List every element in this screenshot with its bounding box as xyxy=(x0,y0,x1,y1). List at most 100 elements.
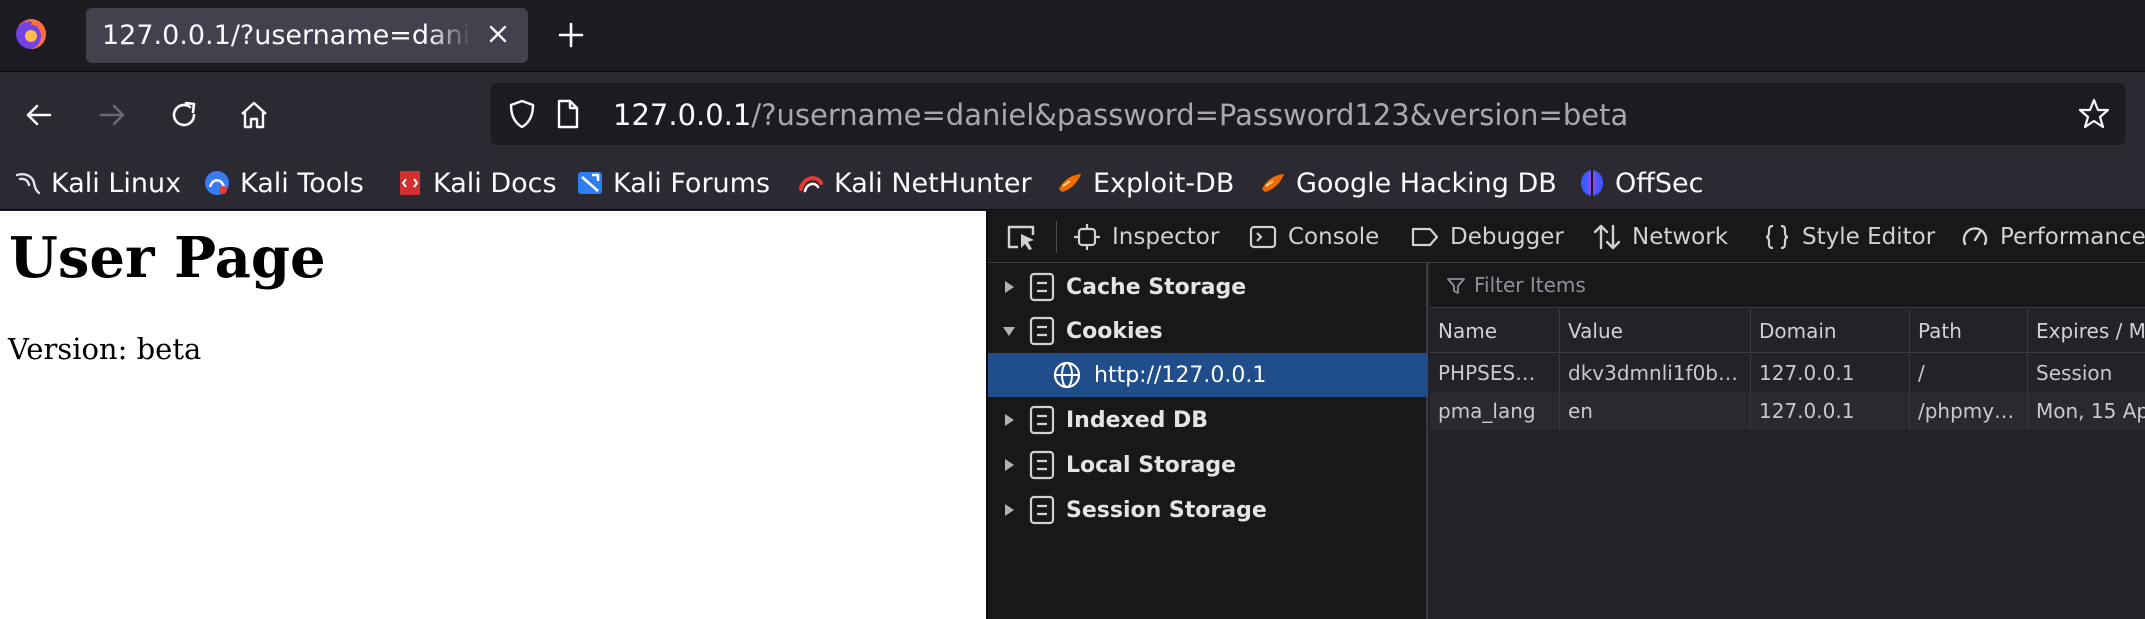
bookmark-star-icon[interactable] xyxy=(2077,97,2111,131)
bookmark-kali-forums[interactable]: Kali Forums xyxy=(576,163,770,203)
forward-arrow-icon[interactable] xyxy=(95,98,129,132)
new-tab-plus-icon[interactable] xyxy=(556,20,586,50)
table-row[interactable]: PHPSES… dkv3dmnli1f0b… 127.0.0.1 / Sessi… xyxy=(1430,354,2145,392)
offsec-icon xyxy=(1581,170,1603,196)
active-tab[interactable]: 127.0.0.1/?username=daniel&password=Pass… xyxy=(86,8,528,63)
globe-icon xyxy=(1053,361,1081,389)
expand-arrow-icon[interactable] xyxy=(1002,458,1016,472)
filter-bar xyxy=(1430,263,2145,308)
bookmark-label: Kali Docs xyxy=(433,167,557,199)
tab-label: Network xyxy=(1632,224,1729,250)
url-host: 127.0.0.1 xyxy=(613,98,752,132)
bookmark-kali-nethunter[interactable]: Kali NetHunter xyxy=(797,163,1032,203)
network-arrows-icon xyxy=(1593,224,1621,250)
column-header-expires[interactable]: Expires / Ma xyxy=(2028,309,2145,352)
tree-item-label: Indexed DB xyxy=(1066,407,1209,433)
version-text: Version: beta xyxy=(8,332,202,366)
navigation-toolbar: 127.0.0.1/?username=daniel&password=Pass… xyxy=(0,71,2145,157)
tab-label: Console xyxy=(1288,224,1380,250)
column-header-value[interactable]: Value xyxy=(1560,309,1751,352)
tree-item-cache-storage[interactable]: Cache Storage xyxy=(988,265,1428,309)
bookmark-kali-linux[interactable]: Kali Linux xyxy=(14,163,181,203)
table-row[interactable]: pma_lang en 127.0.0.1 /phpmy… Mon, 15 Ap… xyxy=(1430,392,2145,430)
bookmarks-toolbar: Kali Linux Kali Tools Kali Docs Kali For… xyxy=(0,157,2145,210)
braces-icon xyxy=(1765,224,1789,250)
firefox-logo-icon[interactable] xyxy=(14,17,48,51)
tree-item-local-storage[interactable]: Local Storage xyxy=(988,443,1428,487)
cell-name: PHPSES… xyxy=(1430,354,1560,392)
home-icon[interactable] xyxy=(237,98,271,132)
bookmark-kali-docs[interactable]: Kali Docs xyxy=(396,163,557,203)
kali-forums-icon xyxy=(578,172,602,194)
back-arrow-icon[interactable] xyxy=(22,98,56,132)
tab-style-editor[interactable]: Style Editor xyxy=(1762,211,1935,263)
tab-debugger[interactable]: Debugger xyxy=(1410,211,1564,263)
column-header-name[interactable]: Name xyxy=(1430,309,1560,352)
tracking-protection-shield-icon[interactable] xyxy=(507,98,537,130)
kali-dragon-icon xyxy=(15,173,41,195)
tab-network[interactable]: Network xyxy=(1592,211,1728,263)
tree-item-cookies[interactable]: Cookies xyxy=(988,309,1428,353)
column-header-domain[interactable]: Domain xyxy=(1751,309,1910,352)
bookmark-google-hacking-db[interactable]: Google Hacking DB xyxy=(1259,163,1557,203)
cookies-table: Name Value Domain Path Expires / Ma PHPS… xyxy=(1430,263,2145,619)
close-tab-icon[interactable] xyxy=(484,20,512,48)
element-picker-icon[interactable] xyxy=(1006,223,1038,253)
storage-icon xyxy=(1029,405,1055,435)
filter-funnel-icon xyxy=(1447,278,1465,294)
tab-label: Debugger xyxy=(1450,224,1564,250)
tab-console[interactable]: Console xyxy=(1248,211,1379,263)
devtools-panel: Inspector Console Debugger Network Style… xyxy=(986,211,2145,619)
cell-value: dkv3dmnli1f0b… xyxy=(1560,354,1751,392)
reload-icon[interactable] xyxy=(167,98,201,132)
storage-icon xyxy=(1029,272,1055,302)
page-info-icon[interactable] xyxy=(555,98,581,130)
tree-item-label: Session Storage xyxy=(1066,497,1267,523)
bookmark-label: Kali Linux xyxy=(51,167,182,199)
tree-item-indexed-db[interactable]: Indexed DB xyxy=(988,398,1428,442)
expand-arrow-icon[interactable] xyxy=(1002,280,1016,294)
filter-items-input[interactable] xyxy=(1474,270,2114,300)
storage-icon xyxy=(1029,495,1055,525)
tree-item-label: Local Storage xyxy=(1066,452,1237,478)
debugger-icon xyxy=(1411,227,1439,247)
kali-tools-icon xyxy=(205,171,229,195)
tab-inspector[interactable]: Inspector xyxy=(1072,211,1219,263)
expand-arrow-icon[interactable] xyxy=(1002,503,1016,517)
storage-icon xyxy=(1029,316,1055,346)
expand-arrow-icon[interactable] xyxy=(1002,413,1016,427)
performance-gauge-icon xyxy=(1962,227,1988,246)
tab-label: Style Editor xyxy=(1802,224,1936,250)
tree-item-cookie-origin[interactable]: http://127.0.0.1 xyxy=(988,353,1428,397)
tree-item-session-storage[interactable]: Session Storage xyxy=(988,488,1428,532)
bookmark-label: Kali Tools xyxy=(240,167,364,199)
inspector-icon xyxy=(1074,224,1100,250)
page-heading: User Page xyxy=(9,225,326,291)
bookmark-label: OffSec xyxy=(1615,167,1704,199)
cell-domain: 127.0.0.1 xyxy=(1751,392,1910,430)
bookmark-kali-tools[interactable]: Kali Tools xyxy=(203,163,364,203)
url-path-query: /?username=daniel&password=Password123&v… xyxy=(751,98,1629,132)
tab-title: 127.0.0.1/?username=daniel&password=Pass… xyxy=(102,20,472,51)
bookmark-label: Kali NetHunter xyxy=(834,167,1032,199)
tree-item-label: http://127.0.0.1 xyxy=(1094,362,1267,388)
address-bar[interactable]: 127.0.0.1/?username=daniel&password=Pass… xyxy=(491,83,2125,145)
url-text[interactable]: 127.0.0.1/?username=daniel&password=Pass… xyxy=(613,98,1628,132)
cell-value: en xyxy=(1560,392,1751,430)
storage-icon xyxy=(1029,450,1055,480)
bookmark-label: Kali Forums xyxy=(613,167,771,199)
tab-performance[interactable]: Performance xyxy=(1960,211,2145,263)
nethunter-icon xyxy=(799,176,823,193)
cell-expires: Mon, 15 Apr xyxy=(2036,399,2145,423)
page-viewport: User Page Version: beta xyxy=(0,211,986,619)
tab-label: Inspector xyxy=(1112,224,1220,250)
cell-path: /phpmy… xyxy=(1910,392,2028,430)
tab-strip: 127.0.0.1/?username=daniel&password=Pass… xyxy=(0,0,2145,71)
collapse-arrow-icon[interactable] xyxy=(1002,324,1016,338)
exploit-db-icon xyxy=(1059,174,1081,192)
column-header-path[interactable]: Path xyxy=(1910,309,2028,352)
bookmark-exploit-db[interactable]: Exploit-DB xyxy=(1056,163,1234,203)
bookmark-label: Exploit-DB xyxy=(1093,167,1235,199)
tab-label: Performance xyxy=(2000,224,2145,250)
bookmark-offsec[interactable]: OffSec xyxy=(1578,163,1703,203)
